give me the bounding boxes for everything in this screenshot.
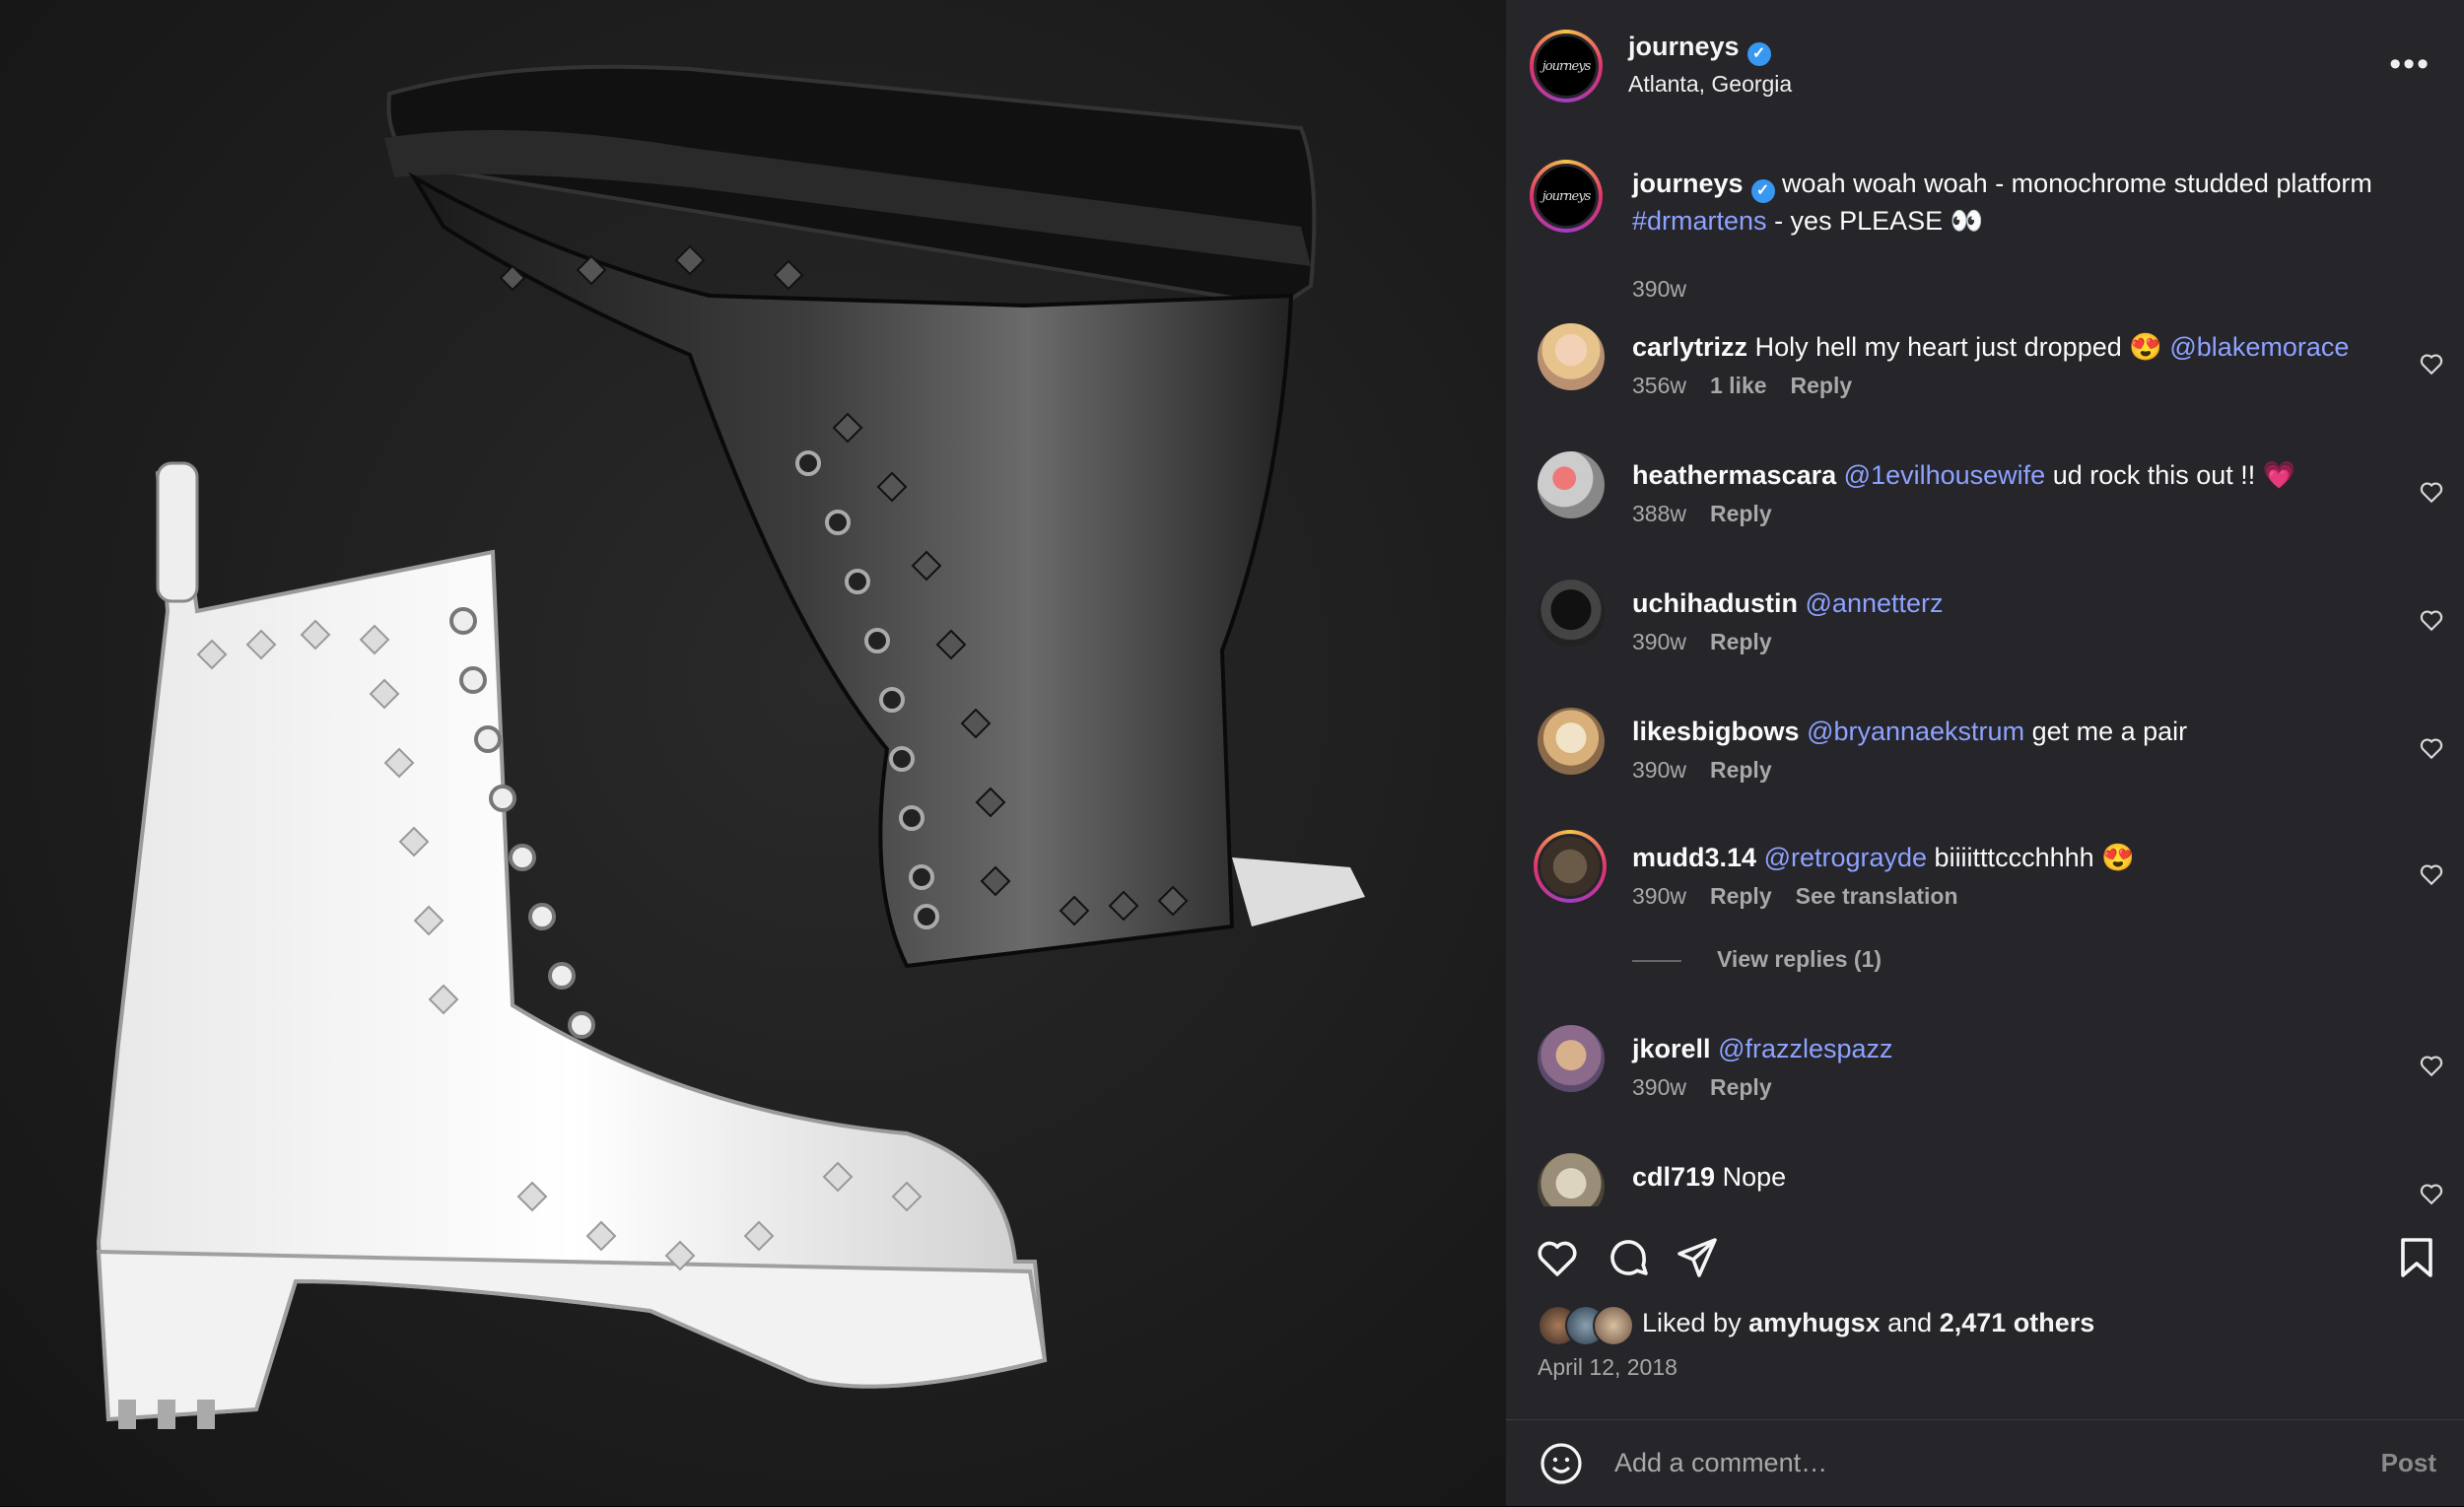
like-comment-heart-icon[interactable] xyxy=(2419,607,2444,633)
more-options-icon[interactable]: ••• xyxy=(2389,45,2430,84)
mention-link[interactable]: @1evilhousewife xyxy=(1844,460,2046,490)
comments-list[interactable]: journeys journeys ✓ woah woah woah - mono… xyxy=(1506,132,2464,1206)
like-heart-icon[interactable] xyxy=(1534,1234,1581,1281)
liked-by[interactable]: Liked by amyhugsx and 2,471 others xyxy=(1538,1305,2095,1346)
bookmark-save-icon[interactable] xyxy=(2393,1234,2440,1281)
reply-button[interactable]: Reply xyxy=(1791,373,1853,398)
mention-link[interactable]: @annetterz xyxy=(1806,588,1944,618)
caption-avatar[interactable]: journeys xyxy=(1530,160,1603,233)
reply-button[interactable]: Reply xyxy=(1710,883,1772,909)
comment-meta: 388w Reply xyxy=(1632,501,1772,526)
white-sole-treads xyxy=(118,1400,215,1429)
commenter-avatar[interactable] xyxy=(1538,1153,1605,1206)
boots-illustration xyxy=(96,64,1365,1429)
mention-link[interactable]: @bryannaekstrum xyxy=(1807,717,2024,746)
mention-link[interactable]: @frazzlespazz xyxy=(1718,1034,1892,1063)
verified-icon: ✓ xyxy=(1750,179,1775,203)
post-image[interactable] xyxy=(0,0,1506,1506)
comment-meta: 390w Reply xyxy=(1632,757,1772,783)
comment-username[interactable]: jkorell xyxy=(1632,1034,1711,1063)
commenter-avatar[interactable] xyxy=(1538,451,1605,518)
likes-count[interactable]: 2,471 others xyxy=(1940,1308,2095,1337)
post-location[interactable]: Atlanta, Georgia xyxy=(1628,71,1792,98)
reply-button[interactable]: Reply xyxy=(1710,501,1772,526)
caption-username[interactable]: journeys xyxy=(1632,169,1744,198)
comment-meta: 390w Reply xyxy=(1632,629,1772,654)
post-side-panel: journeys journeys ✓ Atlanta, Georgia ••• … xyxy=(1506,0,2464,1506)
comment-meta: 390w Reply xyxy=(1632,1074,1772,1100)
like-comment-heart-icon[interactable] xyxy=(2419,861,2444,887)
post-date: April 12, 2018 xyxy=(1538,1354,1677,1380)
mention-link[interactable]: @retrograyde xyxy=(1764,843,1927,872)
like-comment-heart-icon[interactable] xyxy=(2419,1181,2444,1206)
comment-username[interactable]: carlytrizz xyxy=(1632,332,1747,362)
commenter-avatar[interactable] xyxy=(1538,580,1605,647)
view-replies-button[interactable]: View replies (1) xyxy=(1632,946,1882,973)
like-comment-heart-icon[interactable] xyxy=(2419,351,2444,377)
comment-username[interactable]: cdl719 xyxy=(1632,1162,1715,1192)
comment-input[interactable]: Add a comment… xyxy=(1614,1448,1827,1478)
post-comment-button[interactable]: Post xyxy=(2381,1448,2436,1478)
comment-username[interactable]: heathermascara xyxy=(1632,460,1836,490)
commenter-avatar[interactable] xyxy=(1538,708,1605,775)
comment-meta: 390w Reply See translation xyxy=(1632,883,1958,909)
caption-meta: 390w xyxy=(1632,276,1686,302)
liker-username[interactable]: amyhugsx xyxy=(1748,1308,1881,1337)
share-send-icon[interactable] xyxy=(1674,1234,1721,1281)
reply-button[interactable]: Reply xyxy=(1710,757,1772,783)
like-comment-heart-icon[interactable] xyxy=(2419,1053,2444,1078)
see-translation-link[interactable]: See translation xyxy=(1796,883,1958,909)
add-comment-bar: Add a comment… Post xyxy=(1506,1419,2464,1507)
comment-username[interactable]: likesbigbows xyxy=(1632,717,1800,746)
commenter-avatar[interactable] xyxy=(1534,830,1607,903)
author-avatar[interactable]: journeys xyxy=(1530,30,1603,103)
commenter-avatar[interactable] xyxy=(1538,323,1605,390)
author-username[interactable]: journeys ✓ xyxy=(1628,32,1771,66)
verified-icon: ✓ xyxy=(1746,42,1771,66)
caption-text: journeys ✓ woah woah woah - monochrome st… xyxy=(1632,169,2372,236)
mention-link[interactable]: @blakemorace xyxy=(2169,332,2349,362)
comment-username[interactable]: mudd3.14 xyxy=(1632,843,1756,872)
comment-meta: 356w 1 like Reply xyxy=(1632,373,1853,398)
post-header: journeys journeys ✓ Atlanta, Georgia ••• xyxy=(1506,0,2464,132)
likes-count-link[interactable]: 1 like xyxy=(1710,373,1767,398)
comment-bubble-icon[interactable] xyxy=(1605,1234,1652,1281)
comment-username[interactable]: uchihadustin xyxy=(1632,588,1798,618)
liker-avatars xyxy=(1538,1305,1634,1346)
like-comment-heart-icon[interactable] xyxy=(2419,479,2444,505)
hashtag-link[interactable]: #drmartens xyxy=(1632,206,1767,236)
reply-button[interactable]: Reply xyxy=(1710,629,1772,654)
reply-button[interactable]: Reply xyxy=(1710,1074,1772,1100)
commenter-avatar[interactable] xyxy=(1538,1025,1605,1092)
like-comment-heart-icon[interactable] xyxy=(2419,735,2444,761)
emoji-smile-icon[interactable] xyxy=(1538,1440,1585,1487)
post-action-bar xyxy=(1506,1222,2464,1291)
